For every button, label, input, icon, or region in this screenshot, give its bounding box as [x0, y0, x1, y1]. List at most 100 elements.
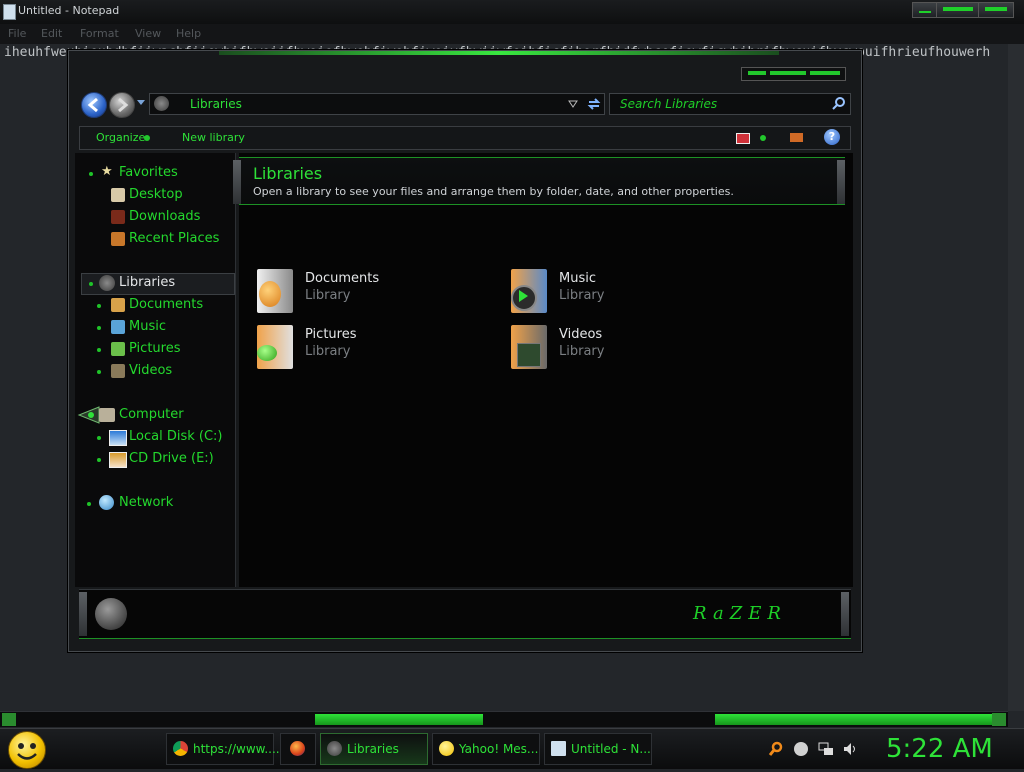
search-icon[interactable] [832, 96, 846, 110]
expand-dot-icon[interactable] [89, 172, 93, 176]
nav-pictures[interactable]: Pictures [129, 341, 180, 356]
documents-icon [111, 298, 125, 312]
nav-cd-drive[interactable]: CD Drive (E:) [129, 451, 214, 466]
library-name: Pictures [305, 327, 357, 342]
scroll-left-button[interactable] [2, 713, 16, 726]
menu-format[interactable]: Format [80, 27, 119, 40]
nav-recent-places[interactable]: Recent Places [129, 231, 219, 246]
library-documents[interactable]: Documents Library [257, 267, 497, 315]
library-pictures[interactable]: Pictures Library [257, 323, 497, 371]
task-label: https://www.... [193, 742, 280, 756]
library-videos[interactable]: Videos Library [511, 323, 751, 371]
notepad-title: Untitled - Notepad [18, 4, 120, 17]
scroll-thumb[interactable] [315, 714, 483, 725]
menu-help[interactable]: Help [176, 27, 201, 40]
videos-library-icon [511, 325, 547, 369]
taskbar-item-libraries[interactable]: Libraries [320, 733, 428, 765]
view-icon[interactable] [736, 133, 750, 144]
search-tray-icon[interactable] [768, 741, 784, 757]
expand-dot-icon[interactable] [97, 370, 101, 374]
downloads-icon [111, 210, 125, 224]
search-placeholder: Search Libraries [620, 97, 718, 111]
maximize-button[interactable] [936, 2, 980, 18]
expand-dot-icon[interactable] [87, 502, 91, 506]
menu-edit[interactable]: Edit [41, 27, 62, 40]
nav-favorites[interactable]: Favorites [119, 165, 178, 180]
refresh-icon[interactable] [586, 96, 602, 112]
nav-local-disk[interactable]: Local Disk (C:) [129, 429, 222, 444]
details-pane: RaZER [79, 589, 851, 639]
desktop-icon [111, 188, 125, 202]
maximize-button[interactable] [770, 71, 806, 75]
close-button[interactable] [978, 2, 1014, 18]
nav-music[interactable]: Music [129, 319, 166, 334]
new-library-button[interactable]: New library [182, 131, 245, 144]
content-pane: Libraries Open a library to see your fil… [233, 153, 853, 587]
expand-dot-icon[interactable] [97, 436, 101, 440]
nav-desktop[interactable]: Desktop [129, 187, 183, 202]
library-type: Library [559, 288, 605, 303]
expand-dot-icon[interactable] [89, 282, 93, 286]
close-button[interactable] [810, 71, 840, 75]
volume-icon[interactable] [842, 741, 858, 757]
library-type: Library [559, 344, 605, 359]
libraries-icon [99, 275, 115, 291]
vertical-scrollbar[interactable] [1008, 44, 1024, 711]
messenger-tray-icon[interactable] [794, 742, 808, 756]
preview-pane-icon[interactable] [790, 133, 803, 142]
nav-network[interactable]: Network [119, 495, 173, 510]
address-field[interactable]: Libraries [149, 93, 605, 115]
help-icon[interactable]: ? [824, 129, 840, 145]
task-label: Libraries [347, 742, 399, 756]
recent-pages-dropdown-icon[interactable] [137, 100, 145, 105]
banner-left-edge [233, 160, 241, 204]
music-icon [111, 320, 125, 334]
expand-dot-icon[interactable] [97, 326, 101, 330]
expand-dot-icon[interactable] [97, 458, 101, 462]
taskbar-item-yahoo-messenger[interactable]: Yahoo! Mes... [432, 733, 540, 765]
nav-videos[interactable]: Videos [129, 363, 172, 378]
organize-dropdown-icon [144, 135, 150, 141]
libraries-banner: Libraries Open a library to see your fil… [233, 157, 845, 205]
scroll-right-button[interactable] [992, 713, 1006, 726]
computer-icon [99, 408, 115, 422]
library-name: Music [559, 271, 596, 286]
minimize-button[interactable] [912, 2, 938, 18]
nav-computer[interactable]: Computer [119, 407, 184, 422]
videos-icon [111, 364, 125, 378]
start-button[interactable] [8, 731, 46, 769]
minimize-button[interactable] [748, 71, 766, 75]
back-button[interactable] [81, 92, 107, 118]
nav-libraries[interactable]: Libraries [119, 275, 175, 290]
library-name: Documents [305, 271, 380, 286]
taskbar-item-notepad[interactable]: Untitled - N... [544, 733, 652, 765]
address-text: Libraries [190, 97, 242, 111]
taskbar-item-chrome[interactable]: https://www.... [166, 733, 280, 765]
taskbar-item-firefox[interactable] [280, 733, 316, 765]
search-input[interactable]: Search Libraries [609, 93, 851, 115]
chevron-down-icon[interactable] [568, 99, 578, 109]
menu-view[interactable]: View [135, 27, 161, 40]
organize-button[interactable]: Organize [96, 131, 145, 144]
horizontal-scrollbar[interactable] [0, 711, 1008, 727]
smiley-icon [17, 743, 37, 760]
library-name: Videos [559, 327, 603, 342]
forward-button[interactable] [109, 92, 135, 118]
libraries-icon [154, 96, 169, 111]
arrow-right-icon [118, 97, 129, 113]
expand-arrow-icon[interactable] [75, 405, 101, 425]
banner-title: Libraries [253, 164, 323, 183]
expand-dot-icon[interactable] [97, 304, 101, 308]
details-right-edge [841, 592, 849, 636]
nav-documents[interactable]: Documents [129, 297, 203, 312]
notepad-titlebar: Untitled - Notepad [0, 0, 1024, 25]
library-music[interactable]: Music Library [511, 267, 751, 315]
menu-file[interactable]: File [8, 27, 26, 40]
arrow-left-icon [87, 97, 98, 113]
view-options-dot-icon[interactable] [760, 135, 766, 141]
cd-drive-icon [109, 452, 127, 468]
nav-downloads[interactable]: Downloads [129, 209, 200, 224]
expand-dot-icon[interactable] [97, 348, 101, 352]
clock[interactable]: 5:22 AM [886, 734, 993, 764]
network-tray-icon[interactable] [818, 741, 834, 757]
